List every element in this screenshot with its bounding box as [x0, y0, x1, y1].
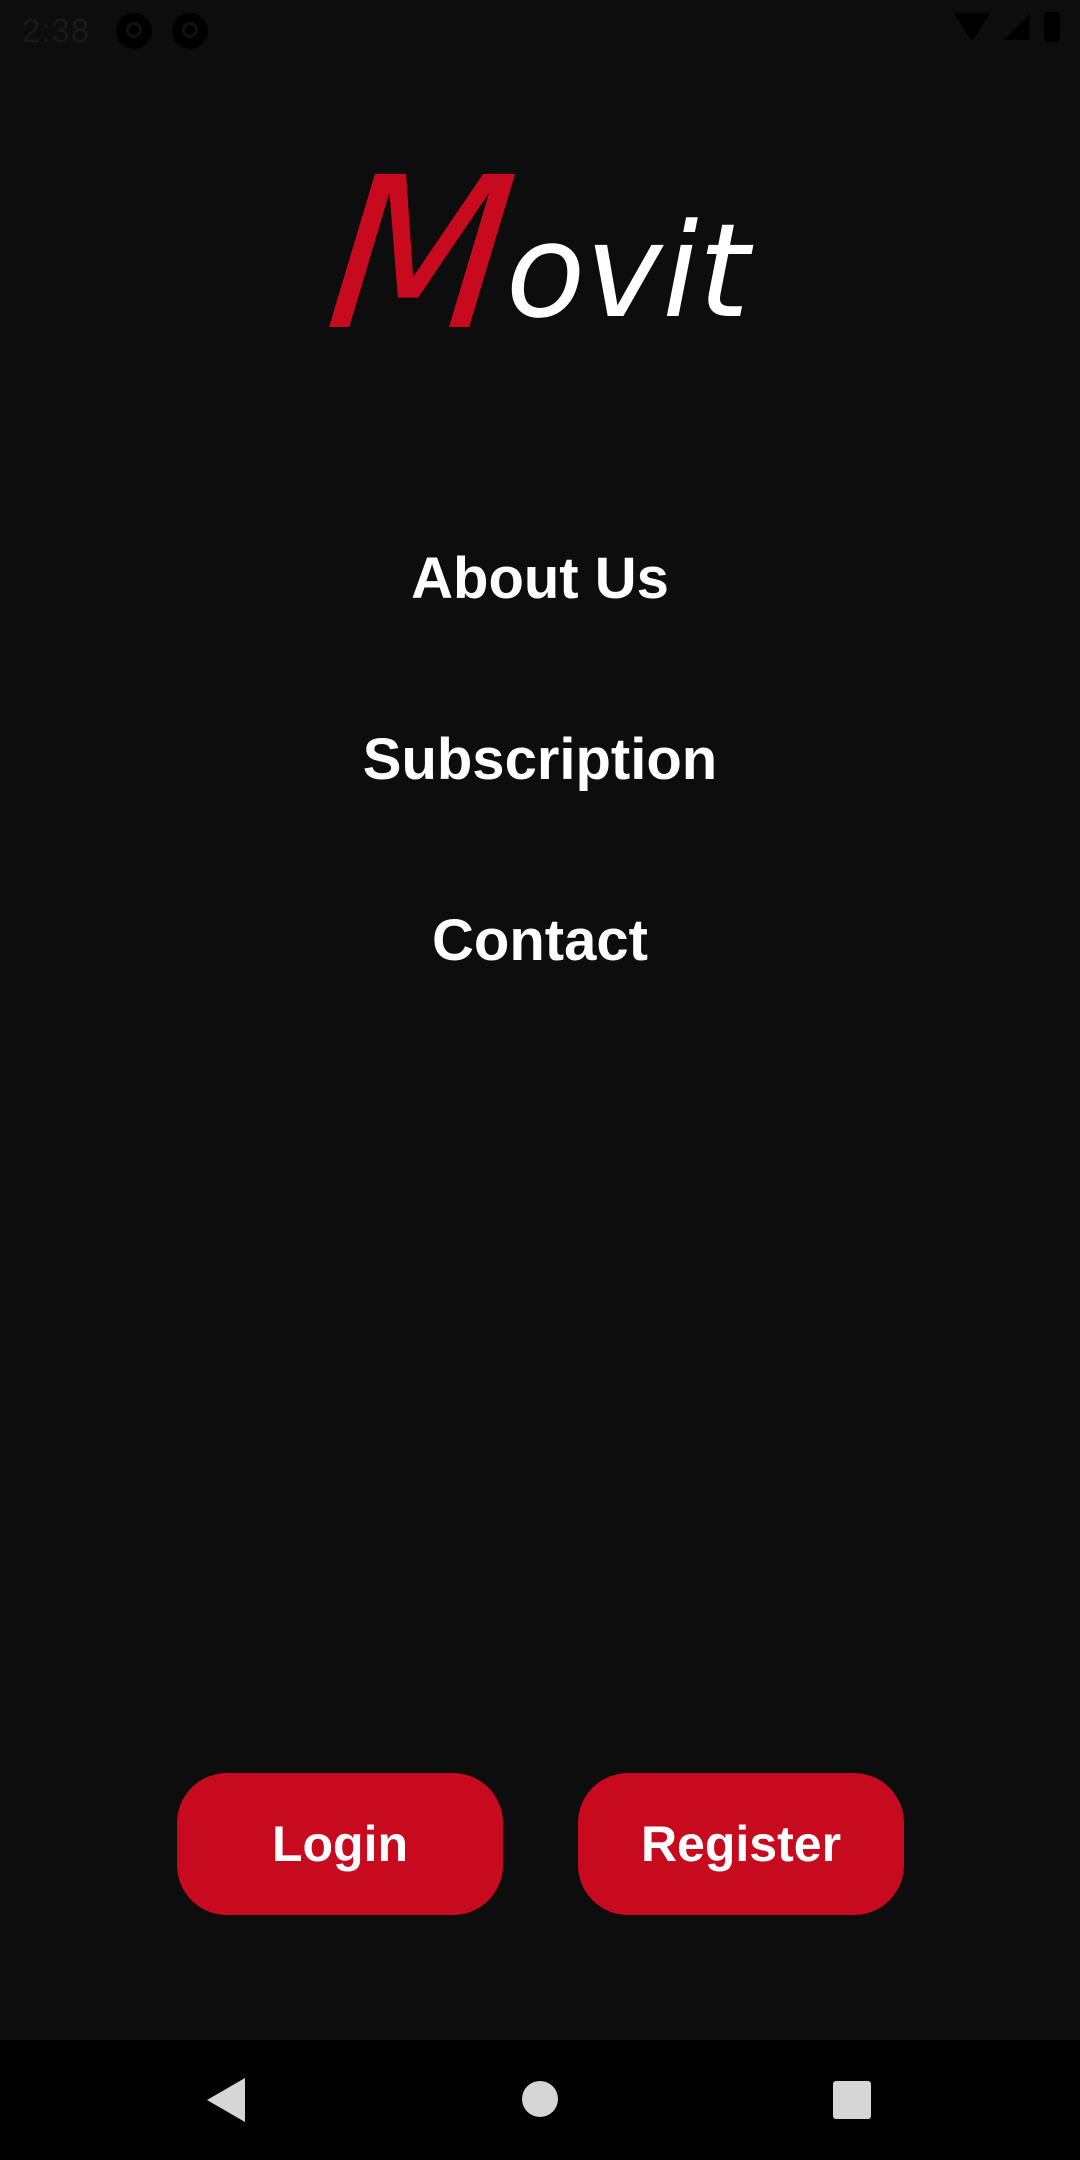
menu-item-about-us[interactable]: About Us [0, 545, 1080, 612]
menu-item-contact[interactable]: Contact [0, 907, 1080, 974]
wifi-icon [954, 13, 990, 41]
register-button-label: Register [640, 1816, 842, 1872]
battery-icon [1044, 12, 1060, 42]
status-bar: 2:38 [0, 0, 1080, 63]
login-button[interactable]: Login [177, 1773, 503, 1915]
system-navigation-bar [0, 2040, 1080, 2160]
status-time: 2:38 [22, 12, 91, 49]
app-notification-icon [116, 13, 152, 49]
signal-icon [1004, 14, 1030, 40]
logo-text: ovit [505, 195, 750, 347]
menu-item-subscription[interactable]: Subscription [0, 726, 1080, 793]
status-indicators [954, 12, 1060, 42]
data-saver-icon [172, 13, 208, 49]
home-icon[interactable] [522, 2081, 558, 2117]
logo-letter-m: M [317, 132, 525, 377]
recents-icon[interactable] [833, 2081, 871, 2119]
app-logo: M ovit [0, 132, 1080, 377]
register-button[interactable]: Register [578, 1773, 904, 1915]
login-button-label: Login [271, 1816, 409, 1872]
back-icon[interactable] [207, 2078, 245, 2122]
